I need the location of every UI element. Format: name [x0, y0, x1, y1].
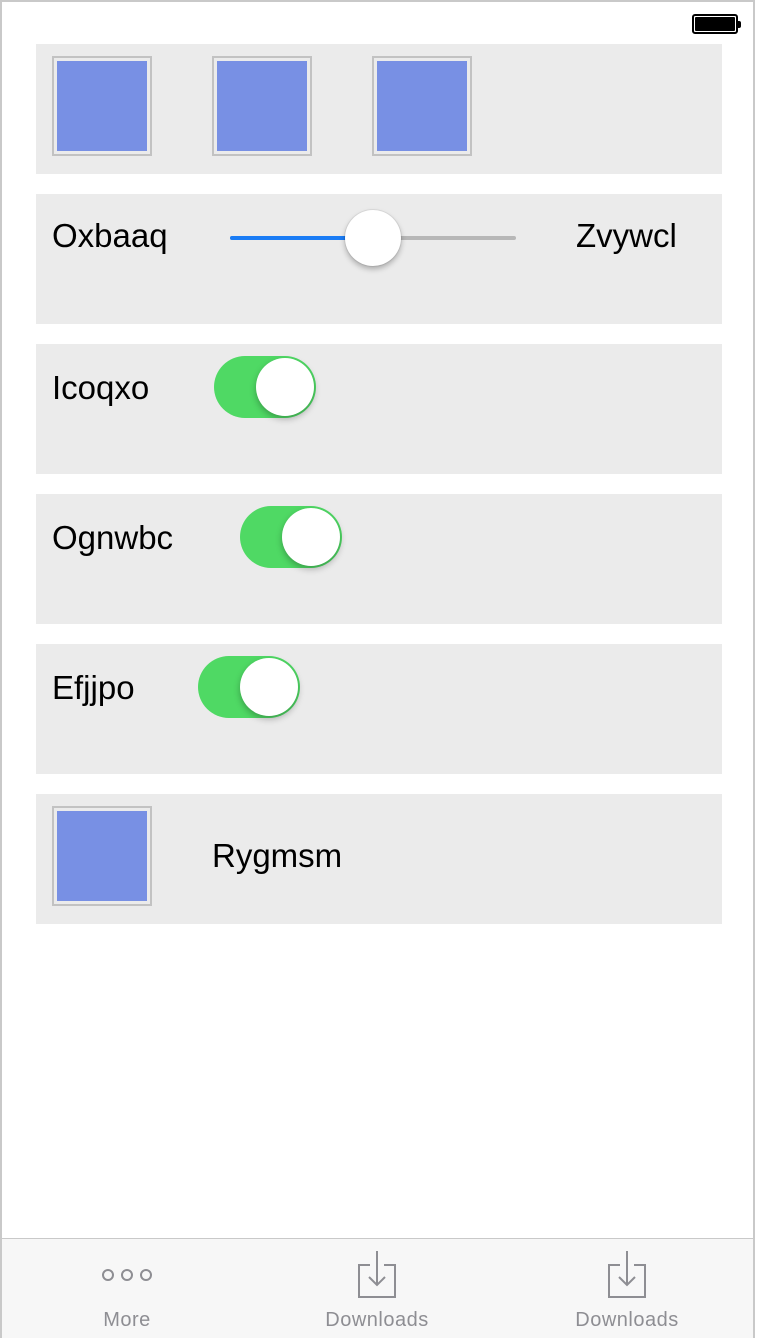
- image-thumbnail-3[interactable]: [372, 56, 472, 156]
- image-caption: Rygmsm: [212, 837, 343, 874]
- tab-downloads-1[interactable]: Downloads: [252, 1239, 502, 1339]
- slider-min-label: Oxbaaq: [52, 217, 168, 254]
- more-dots-icon: [102, 1269, 152, 1283]
- toggle-row-2: Ognwbc: [36, 494, 722, 624]
- toggle-switch[interactable]: [198, 656, 300, 718]
- image-placeholder: [377, 61, 467, 151]
- tab-more[interactable]: More: [2, 1239, 252, 1339]
- image-placeholder: [57, 811, 147, 901]
- battery-full-icon: [692, 14, 741, 34]
- tab-label: Downloads: [325, 1309, 429, 1331]
- tab-label: More: [103, 1309, 151, 1331]
- slider[interactable]: [230, 208, 516, 268]
- toggle-label: Ognwbc: [52, 519, 174, 556]
- toggle-row-1: Icoqxo: [36, 344, 722, 474]
- toggle-label: Efjjpo: [52, 669, 135, 706]
- toggle-label: Icoqxo: [52, 369, 150, 406]
- download-tray-icon: [608, 1251, 646, 1298]
- tab-downloads-2[interactable]: Downloads: [502, 1239, 752, 1339]
- toggle-row-3: Efjjpo: [36, 644, 722, 774]
- toggle-switch[interactable]: [240, 506, 342, 568]
- status-bar: [2, 2, 753, 44]
- slider-thumb[interactable]: [345, 210, 401, 266]
- image-placeholder: [217, 61, 307, 151]
- tab-bar: More Downloads Downloads: [2, 1238, 753, 1338]
- phone-screen: Oxbaaq Zvywcl Icoqxo Ognwbc Efjjpo Rygms…: [0, 0, 755, 1338]
- image-thumbnail[interactable]: [52, 806, 152, 906]
- image-placeholder: [57, 61, 147, 151]
- toggle-knob: [256, 358, 314, 416]
- toggle-knob: [282, 508, 340, 566]
- download-tray-icon: [358, 1251, 396, 1298]
- image-thumbnail-2[interactable]: [212, 56, 312, 156]
- image-row: [36, 44, 722, 174]
- tab-label: Downloads: [575, 1309, 679, 1331]
- slider-row: Oxbaaq Zvywcl: [36, 194, 722, 324]
- slider-max-label: Zvywcl: [576, 217, 677, 254]
- toggle-switch[interactable]: [214, 356, 316, 418]
- image-thumbnail-1[interactable]: [52, 56, 152, 156]
- image-label-row: Rygmsm: [36, 794, 722, 924]
- toggle-knob: [240, 658, 298, 716]
